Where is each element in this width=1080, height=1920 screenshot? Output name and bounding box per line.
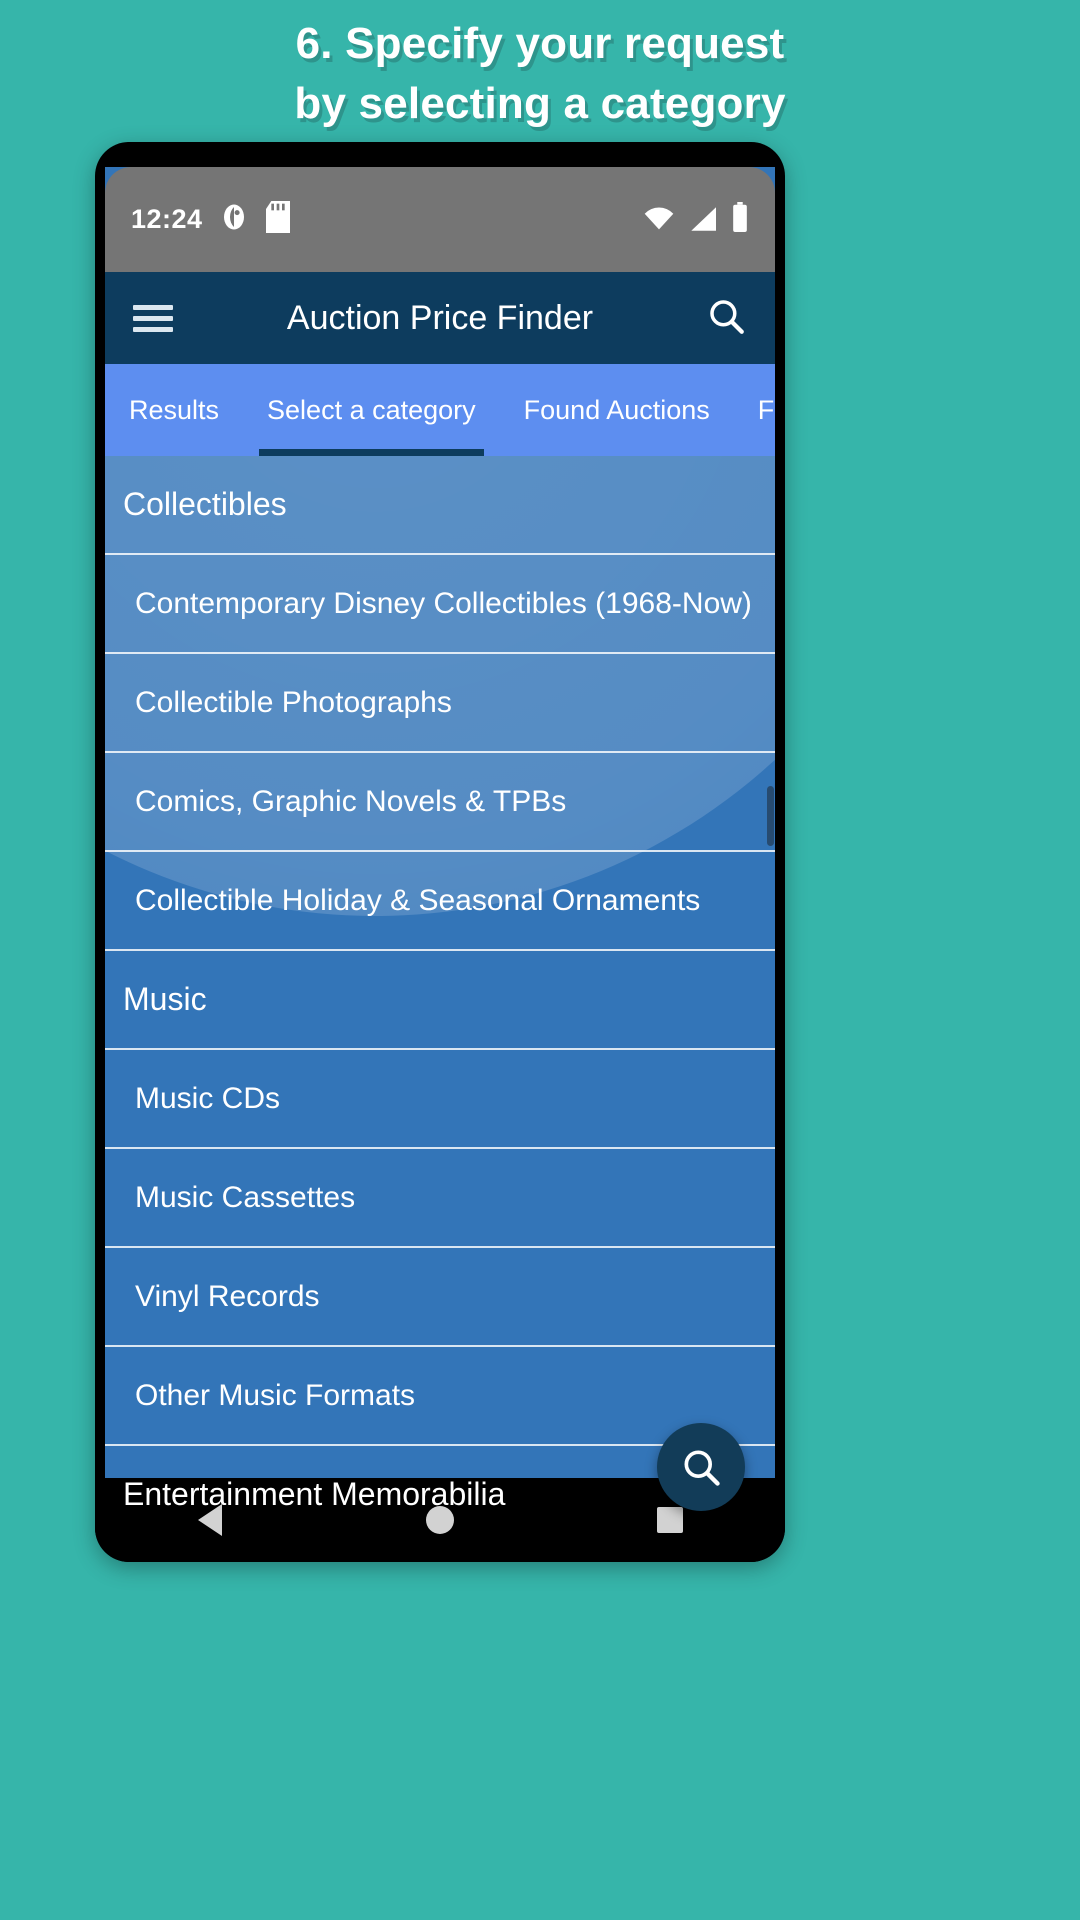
app-bar: Auction Price Finder — [105, 272, 775, 364]
tab-label: Select a category — [267, 394, 476, 425]
category-group-header: Music — [105, 951, 775, 1050]
phone-screen: 12:24 Auction Price Finder Results Selec… — [105, 167, 775, 1537]
notification-icon — [219, 202, 249, 237]
tab-label: Found Auctions — [523, 394, 710, 425]
promo-heading: 6. Specify your request by selecting a c… — [0, 0, 1080, 135]
scrollbar-thumb[interactable] — [767, 786, 774, 846]
category-item-label: Vinyl Records — [135, 1279, 320, 1313]
tab-found-b[interactable]: Found B — [734, 364, 775, 456]
search-icon — [684, 1450, 720, 1486]
promo-heading-line-1: 6. Specify your request — [295, 19, 785, 68]
category-item-label: Music CDs — [135, 1081, 281, 1115]
category-group-label: Music — [123, 981, 207, 1017]
tab-results[interactable]: Results — [105, 364, 243, 456]
sd-card-icon — [265, 201, 291, 238]
search-icon[interactable] — [705, 295, 747, 342]
hamburger-bar — [133, 315, 173, 321]
search-fab-button[interactable] — [657, 1423, 745, 1511]
hamburger-bar — [133, 326, 173, 332]
status-bar-right — [643, 202, 749, 237]
tab-label: Results — [129, 394, 220, 425]
promo-heading-line-2: by selecting a category — [294, 79, 786, 129]
category-item-label: Contemporary Disney Collectibles (1968-N… — [135, 586, 752, 620]
list-item[interactable]: Vinyl Records — [105, 1248, 775, 1347]
tab-found-auctions[interactable]: Found Auctions — [500, 364, 734, 456]
battery-icon — [731, 202, 749, 237]
status-bar-left: 12:24 — [131, 201, 291, 238]
page-title: Auction Price Finder — [286, 298, 594, 337]
category-item-label: Collectible Holiday & Seasonal Ornaments — [135, 883, 701, 917]
hamburger-bar — [133, 304, 173, 310]
cell-signal-icon — [688, 206, 718, 237]
category-group-header: Collectibles — [105, 456, 775, 555]
list-item[interactable]: Comics, Graphic Novels & TPBs — [105, 753, 775, 852]
hamburger-menu-icon[interactable] — [133, 299, 173, 338]
tab-label: Found B — [757, 394, 775, 425]
category-item-label: Collectible Photographs — [135, 685, 452, 719]
category-item-label: Comics, Graphic Novels & TPBs — [135, 784, 567, 818]
recents-square-icon — [657, 1507, 683, 1533]
phone-frame: 12:24 Auction Price Finder Results Selec… — [95, 142, 785, 1562]
tab-select-a-category[interactable]: Select a category — [243, 364, 500, 456]
wifi-icon — [643, 206, 675, 237]
list-item[interactable]: Contemporary Disney Collectibles (1968-N… — [105, 555, 775, 654]
status-bar: 12:24 — [105, 167, 775, 272]
list-item[interactable]: Collectible Holiday & Seasonal Ornaments — [105, 852, 775, 951]
category-group-label: Entertainment Memorabilia — [123, 1476, 506, 1512]
tab-bar[interactable]: Results Select a category Found Auctions… — [105, 364, 775, 456]
list-item[interactable]: Music CDs — [105, 1050, 775, 1149]
list-item[interactable]: Collectible Photographs — [105, 654, 775, 753]
status-bar-clock: 12:24 — [131, 204, 203, 234]
category-item-label: Music Cassettes — [135, 1180, 356, 1214]
list-item[interactable]: Music Cassettes — [105, 1149, 775, 1248]
category-item-label: Other Music Formats — [135, 1378, 416, 1412]
category-list[interactable]: Collectibles Contemporary Disney Collect… — [105, 456, 775, 1537]
category-group-label: Collectibles — [123, 486, 287, 522]
